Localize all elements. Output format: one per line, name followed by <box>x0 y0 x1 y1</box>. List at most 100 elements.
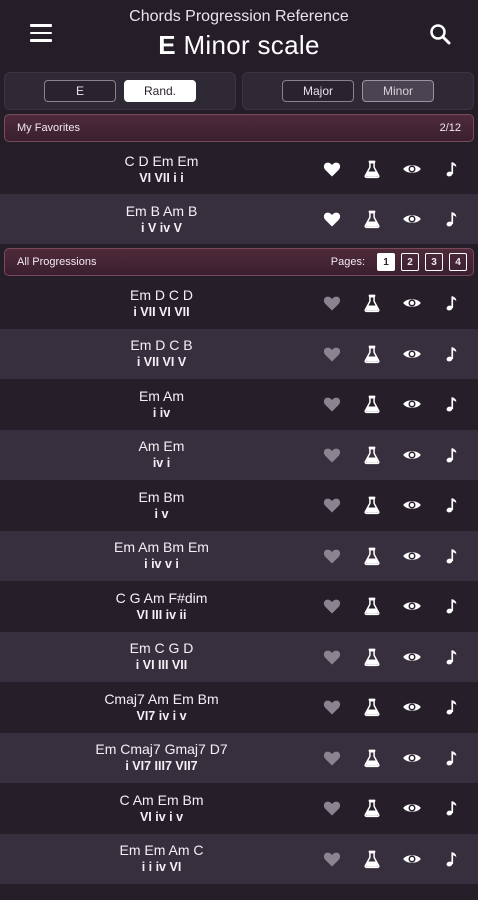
flask-icon[interactable] <box>362 495 382 515</box>
roman-numerals: i VI7 III7 VII7 <box>125 759 198 774</box>
music-note-icon[interactable] <box>442 647 462 667</box>
progression-row[interactable]: Em Am i iv <box>0 379 478 430</box>
heart-icon[interactable] <box>322 293 342 313</box>
progression-text: Am Em iv i <box>0 438 323 471</box>
chord-names: Am Em <box>138 438 185 455</box>
mode-controls: Major Minor <box>242 72 474 110</box>
flask-icon[interactable] <box>362 546 382 566</box>
heart-icon[interactable] <box>322 394 342 414</box>
page-button-2[interactable]: 2 <box>401 253 419 271</box>
minor-button[interactable]: Minor <box>362 80 434 102</box>
flask-icon[interactable] <box>362 209 382 229</box>
heart-icon[interactable] <box>322 748 342 768</box>
flask-icon[interactable] <box>362 849 382 869</box>
roman-numerals: VI VII i i <box>139 170 184 185</box>
progression-row[interactable]: Em Cmaj7 Gmaj7 D7 i VI7 III7 VII7 <box>0 732 478 783</box>
heart-icon[interactable] <box>322 596 342 616</box>
favorites-count: 2/12 <box>439 122 461 134</box>
progression-row[interactable]: Em D C Bi VII VI V <box>0 328 478 379</box>
flask-icon[interactable] <box>362 596 382 616</box>
all-progressions-title: All Progressions <box>17 256 97 268</box>
progression-text: Em Cmaj7 Gmaj7 D7 i VI7 III7 VII7 <box>0 741 323 774</box>
music-note-icon[interactable] <box>442 849 462 869</box>
progression-row[interactable]: C Am Em Bm VI iv i v <box>0 783 478 834</box>
scale-title: E Minor scale <box>0 30 478 61</box>
chord-names: Em B Am B <box>125 202 198 219</box>
heart-icon[interactable] <box>322 495 342 515</box>
chord-names: Em D C D <box>130 286 193 303</box>
eye-icon[interactable] <box>402 209 422 229</box>
favorite-row[interactable]: C D Em Em VI VII i i <box>0 144 478 194</box>
eye-icon[interactable] <box>402 748 422 768</box>
row-actions <box>318 144 478 194</box>
music-note-icon[interactable] <box>442 748 462 768</box>
music-note-icon[interactable] <box>442 293 462 313</box>
chord-names: C Am Em Bm <box>119 791 204 808</box>
music-note-icon[interactable] <box>442 798 462 818</box>
music-note-icon[interactable] <box>442 445 462 465</box>
favorite-row[interactable]: Em B Am Bi V iv V <box>0 194 478 244</box>
eye-icon[interactable] <box>402 495 422 515</box>
progression-row[interactable]: Em Em Am Ci i iv VI <box>0 833 478 884</box>
music-note-icon[interactable] <box>442 394 462 414</box>
eye-icon[interactable] <box>402 849 422 869</box>
eye-icon[interactable] <box>402 647 422 667</box>
music-note-icon[interactable] <box>442 159 462 179</box>
heart-icon[interactable] <box>322 344 342 364</box>
eye-icon[interactable] <box>402 293 422 313</box>
random-button[interactable]: Rand. <box>124 80 196 102</box>
eye-icon[interactable] <box>402 394 422 414</box>
page-button-4[interactable]: 4 <box>449 253 467 271</box>
music-note-icon[interactable] <box>442 697 462 717</box>
roman-numerals: VI iv i v <box>139 809 184 824</box>
progression-row[interactable]: Em Am Bm Em i iv v i <box>0 530 478 581</box>
heart-icon[interactable] <box>322 798 342 818</box>
roman-numerals: i v <box>154 506 169 521</box>
progression-row[interactable]: Em C G Di VI III VII <box>0 631 478 682</box>
page-button-1[interactable]: 1 <box>377 253 395 271</box>
page-button-3[interactable]: 3 <box>425 253 443 271</box>
chord-names: Em Cmaj7 Gmaj7 D7 <box>95 741 228 758</box>
eye-icon[interactable] <box>402 798 422 818</box>
eye-icon[interactable] <box>402 546 422 566</box>
progression-text: Em Em Am Ci i iv VI <box>0 842 323 875</box>
music-note-icon[interactable] <box>442 209 462 229</box>
heart-icon[interactable] <box>322 647 342 667</box>
key-button[interactable]: E <box>44 80 116 102</box>
flask-icon[interactable] <box>362 798 382 818</box>
heart-icon[interactable] <box>322 546 342 566</box>
eye-icon[interactable] <box>402 697 422 717</box>
music-note-icon[interactable] <box>442 344 462 364</box>
flask-icon[interactable] <box>362 697 382 717</box>
heart-icon[interactable] <box>322 697 342 717</box>
flask-icon[interactable] <box>362 394 382 414</box>
heart-icon[interactable] <box>322 445 342 465</box>
row-actions <box>318 783 478 834</box>
progression-row[interactable]: C G Am F#dim VI III iv ii <box>0 581 478 632</box>
music-note-icon[interactable] <box>442 495 462 515</box>
major-button[interactable]: Major <box>282 80 354 102</box>
progression-row[interactable]: Am Em iv i <box>0 429 478 480</box>
row-actions <box>318 480 478 531</box>
eye-icon[interactable] <box>402 445 422 465</box>
flask-icon[interactable] <box>362 748 382 768</box>
music-note-icon[interactable] <box>442 596 462 616</box>
flask-icon[interactable] <box>362 293 382 313</box>
heart-icon[interactable] <box>322 209 342 229</box>
flask-icon[interactable] <box>362 445 382 465</box>
roman-numerals: i i iv VI <box>141 860 182 875</box>
heart-icon[interactable] <box>322 159 342 179</box>
music-note-icon[interactable] <box>442 546 462 566</box>
flask-icon[interactable] <box>362 647 382 667</box>
flask-icon[interactable] <box>362 344 382 364</box>
progression-row[interactable]: Em D C Di VII VI VII <box>0 278 478 329</box>
search-icon[interactable] <box>428 22 452 46</box>
heart-icon[interactable] <box>322 849 342 869</box>
eye-icon[interactable] <box>402 344 422 364</box>
eye-icon[interactable] <box>402 596 422 616</box>
eye-icon[interactable] <box>402 159 422 179</box>
progression-row[interactable]: Em Bm i v <box>0 480 478 531</box>
progression-row[interactable]: Cmaj7 Am Em Bm VI7 iv i v <box>0 682 478 733</box>
flask-icon[interactable] <box>362 159 382 179</box>
roman-numerals: i VI III VII <box>135 658 188 673</box>
